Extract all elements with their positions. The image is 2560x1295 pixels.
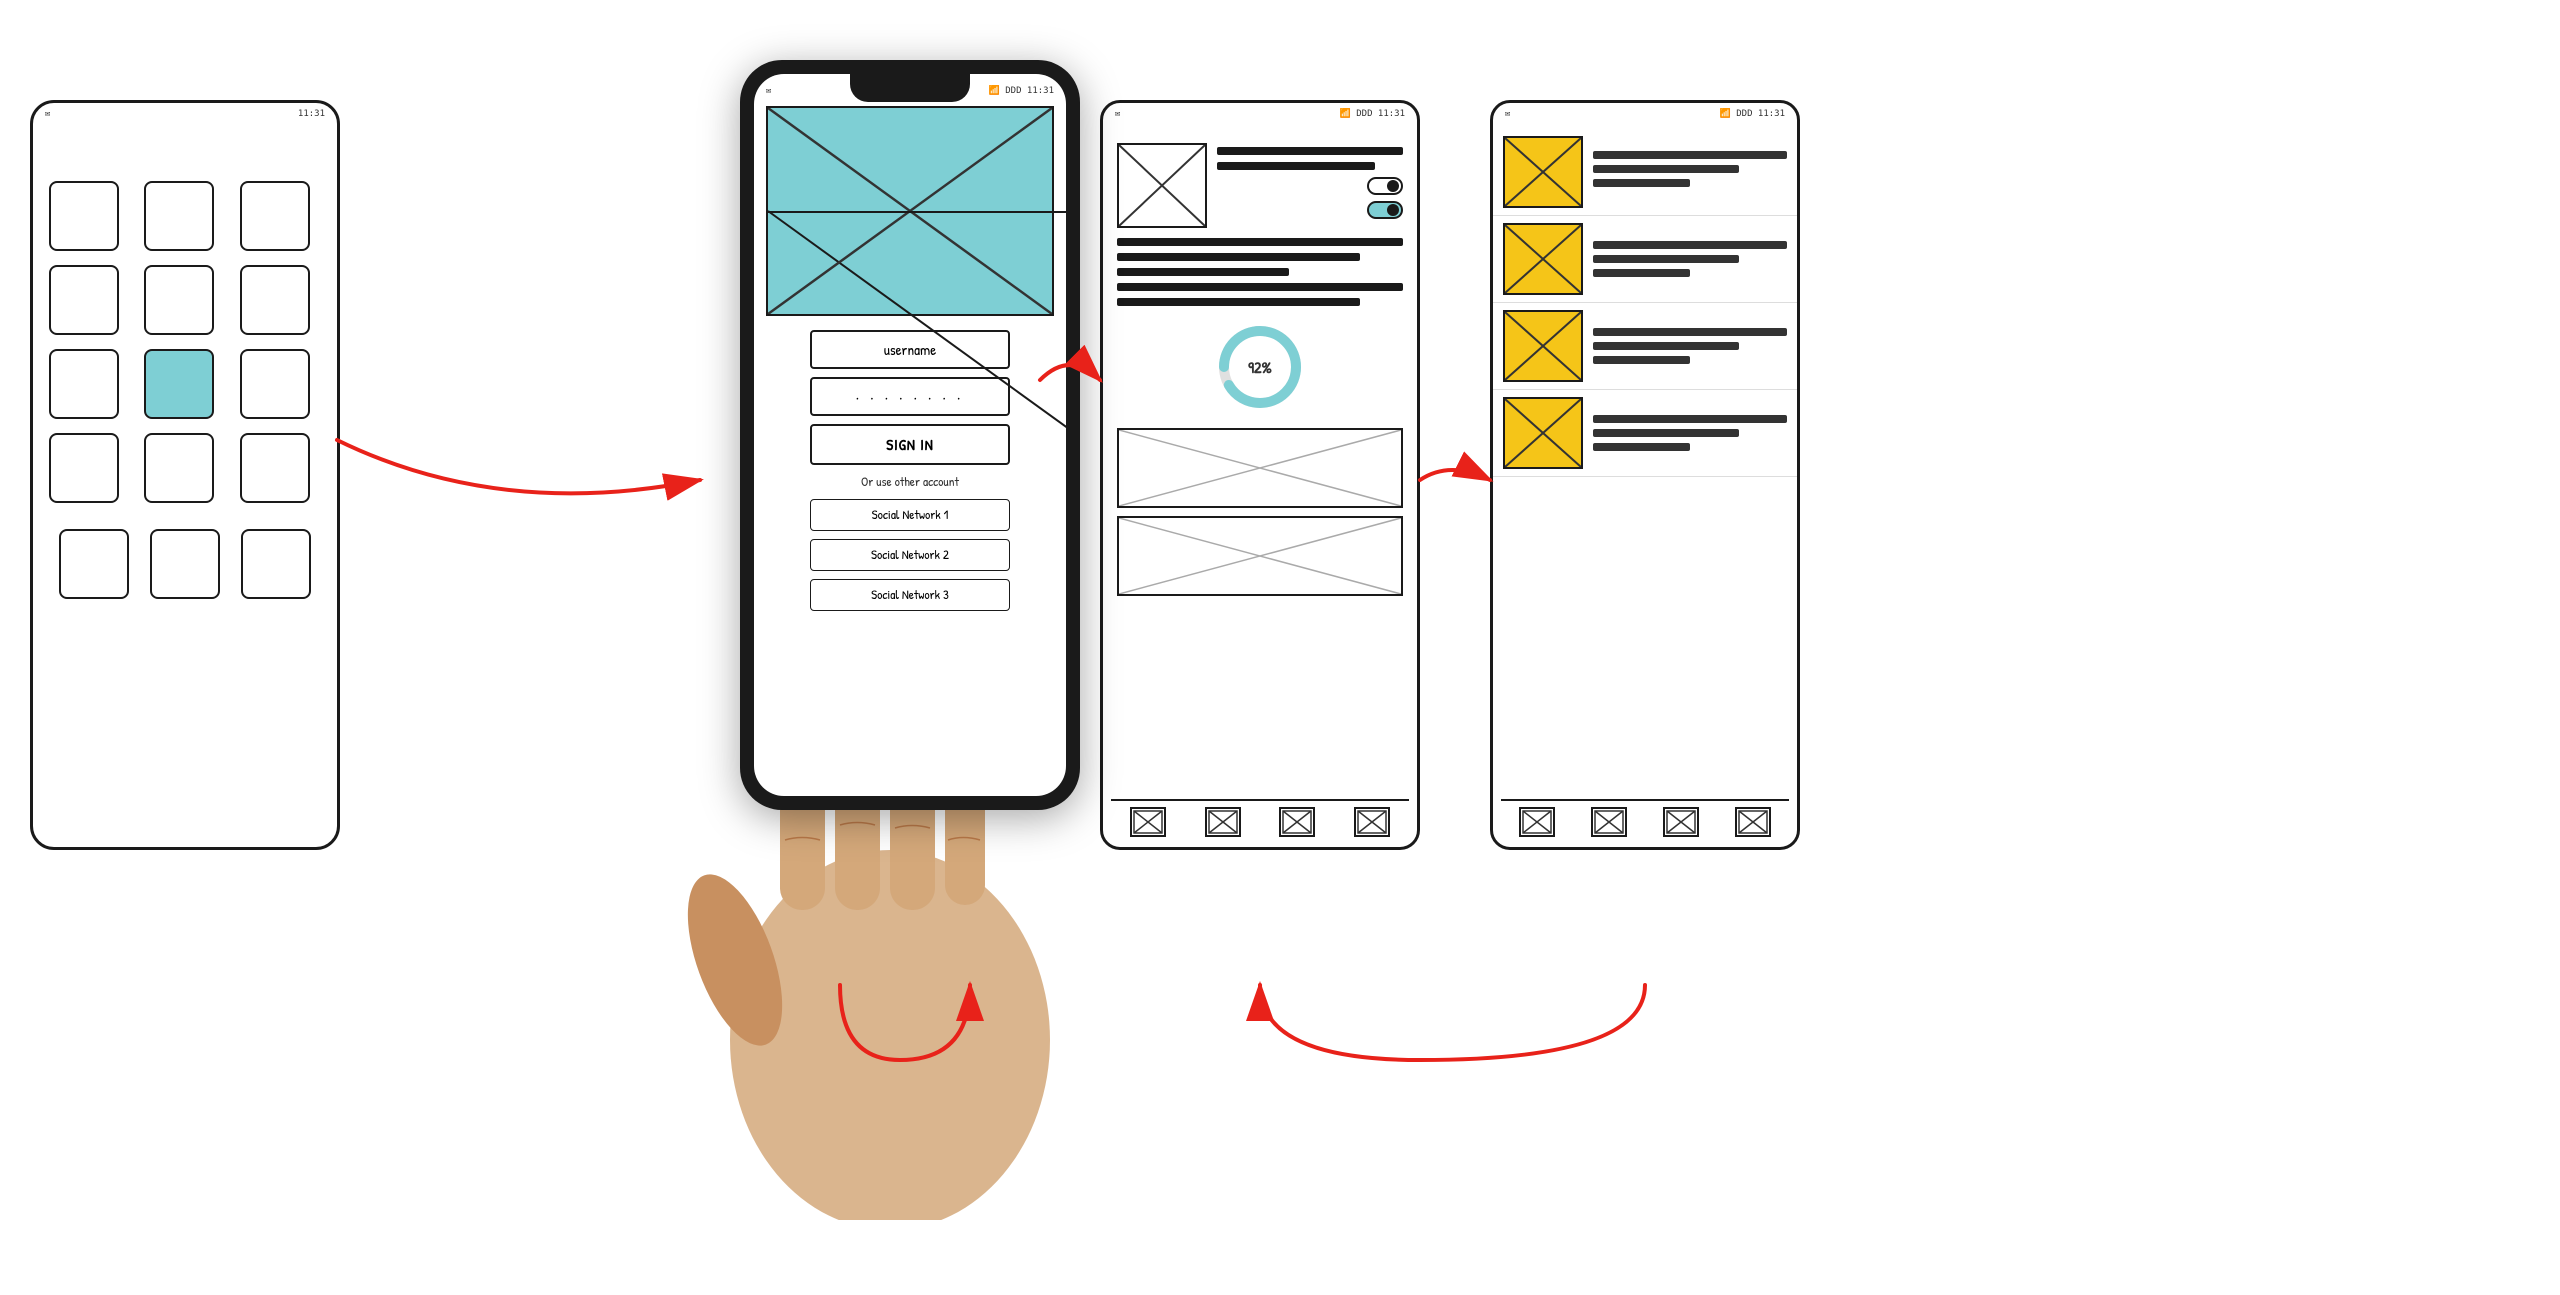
signin-button[interactable]: SIGN IN <box>810 424 1010 465</box>
text-line-7 <box>1117 298 1360 306</box>
nav-icon-2[interactable] <box>1205 807 1241 837</box>
dash-row-3: 92% <box>1117 314 1403 420</box>
nav-icon-s4-3[interactable] <box>1663 807 1699 837</box>
text-line-5 <box>1117 268 1289 276</box>
app-icon-10[interactable] <box>49 433 119 503</box>
signal-time-s1: 11:31 <box>298 109 325 119</box>
list-item-2[interactable] <box>1493 216 1797 303</box>
list-text-1 <box>1593 151 1787 194</box>
phone-screen: ✉ 📶 DDD 11:31 username · · · · · · · · S… <box>754 74 1066 796</box>
app-icon-13[interactable] <box>59 529 129 599</box>
social-btn-2[interactable]: Social Network 2 <box>810 539 1010 571</box>
dash-thumb-1 <box>1117 143 1207 228</box>
screen-3-dashboard: ✉ 📶 DDD 11:31 <box>1100 100 1420 850</box>
list-container <box>1493 129 1797 477</box>
list-item-4[interactable] <box>1493 390 1797 477</box>
app-icon-2[interactable] <box>144 181 214 251</box>
phone-signal-time: 📶 DDD 11:31 <box>989 86 1054 96</box>
app-icon-5[interactable] <box>144 265 214 335</box>
list-thumb-4 <box>1503 397 1583 469</box>
password-input[interactable]: · · · · · · · · <box>810 377 1010 416</box>
placeholder-img-1 <box>1117 428 1403 508</box>
text-line-3 <box>1117 238 1403 246</box>
or-text: Or use other account <box>861 473 959 491</box>
text-line-6 <box>1117 283 1403 291</box>
dashboard-content: 92% <box>1103 133 1417 614</box>
app-icon-4[interactable] <box>49 265 119 335</box>
list-text-3 <box>1593 328 1787 364</box>
app-icon-11[interactable] <box>144 433 214 503</box>
status-bar-screen3: ✉ 📶 DDD 11:31 <box>1103 103 1417 125</box>
list-thumb-1 <box>1503 136 1583 208</box>
dash-row-1 <box>1117 143 1403 228</box>
nav-icon-s4-4[interactable] <box>1735 807 1771 837</box>
screen-4-list: ✉ 📶 DDD 11:31 <box>1490 100 1800 850</box>
nav-icon-s4-2[interactable] <box>1591 807 1627 837</box>
app-icon-15[interactable] <box>241 529 311 599</box>
nav-icon-1[interactable] <box>1130 807 1166 837</box>
app-icon-14[interactable] <box>150 529 220 599</box>
app-grid <box>33 165 337 519</box>
list-thumb-3 <box>1503 310 1583 382</box>
app-icon-7[interactable] <box>49 349 119 419</box>
status-bar-screen4: ✉ 📶 DDD 11:31 <box>1493 103 1797 125</box>
nav-icon-3[interactable] <box>1279 807 1315 837</box>
bottom-nav-screen3 <box>1111 799 1409 837</box>
text-line-1 <box>1217 147 1403 155</box>
email-icon-s1: ✉ <box>45 109 50 119</box>
toggle-1[interactable] <box>1367 177 1403 195</box>
text-block-2 <box>1117 238 1403 306</box>
app-icon-6[interactable] <box>240 265 310 335</box>
toggle-row-2 <box>1217 201 1403 219</box>
phone-email-icon: ✉ <box>766 86 771 96</box>
app-icon-1[interactable] <box>49 181 119 251</box>
progress-label: 92% <box>1248 356 1272 378</box>
placeholder-img-2 <box>1117 516 1403 596</box>
status-bar-screen1: ✉ 11:31 <box>33 103 337 125</box>
app-icon-3[interactable] <box>240 181 310 251</box>
login-form: username · · · · · · · · SIGN IN Or use … <box>754 320 1066 621</box>
app-icon-12[interactable] <box>240 433 310 503</box>
signal-time-s4: 📶 DDD 11:31 <box>1720 109 1785 119</box>
nav-icon-4[interactable] <box>1354 807 1390 837</box>
app-icon-9[interactable] <box>240 349 310 419</box>
list-text-2 <box>1593 241 1787 277</box>
progress-circle: 92% <box>1215 322 1305 412</box>
list-item-1[interactable] <box>1493 129 1797 216</box>
dash-text-1 <box>1217 143 1403 225</box>
toggle-row-1 <box>1217 177 1403 195</box>
social-btn-3[interactable]: Social Network 3 <box>810 579 1010 611</box>
phone-frame: ✉ 📶 DDD 11:31 username · · · · · · · · S… <box>740 60 1080 810</box>
signal-time-s3: 📶 DDD 11:31 <box>1340 109 1405 119</box>
hero-image-placeholder <box>766 106 1054 316</box>
phone-notch <box>850 74 970 102</box>
email-icon-s4: ✉ <box>1505 109 1510 119</box>
email-icon-s3: ✉ <box>1115 109 1120 119</box>
list-text-4 <box>1593 415 1787 451</box>
text-line-2 <box>1217 162 1375 170</box>
list-item-3[interactable] <box>1493 303 1797 390</box>
social-btn-1[interactable]: Social Network 1 <box>810 499 1010 531</box>
toggle-2[interactable] <box>1367 201 1403 219</box>
app-icon-8-highlighted[interactable] <box>144 349 214 419</box>
phone-container: ✉ 📶 DDD 11:31 username · · · · · · · · S… <box>680 60 1100 1220</box>
text-line-4 <box>1117 253 1360 261</box>
nav-icon-s4-1[interactable] <box>1519 807 1555 837</box>
list-thumb-2 <box>1503 223 1583 295</box>
screen-1-app-grid: ✉ 11:31 <box>30 100 340 850</box>
scene: ✉ 11:31 <box>0 0 2560 1295</box>
bottom-nav-screen4 <box>1501 799 1789 837</box>
